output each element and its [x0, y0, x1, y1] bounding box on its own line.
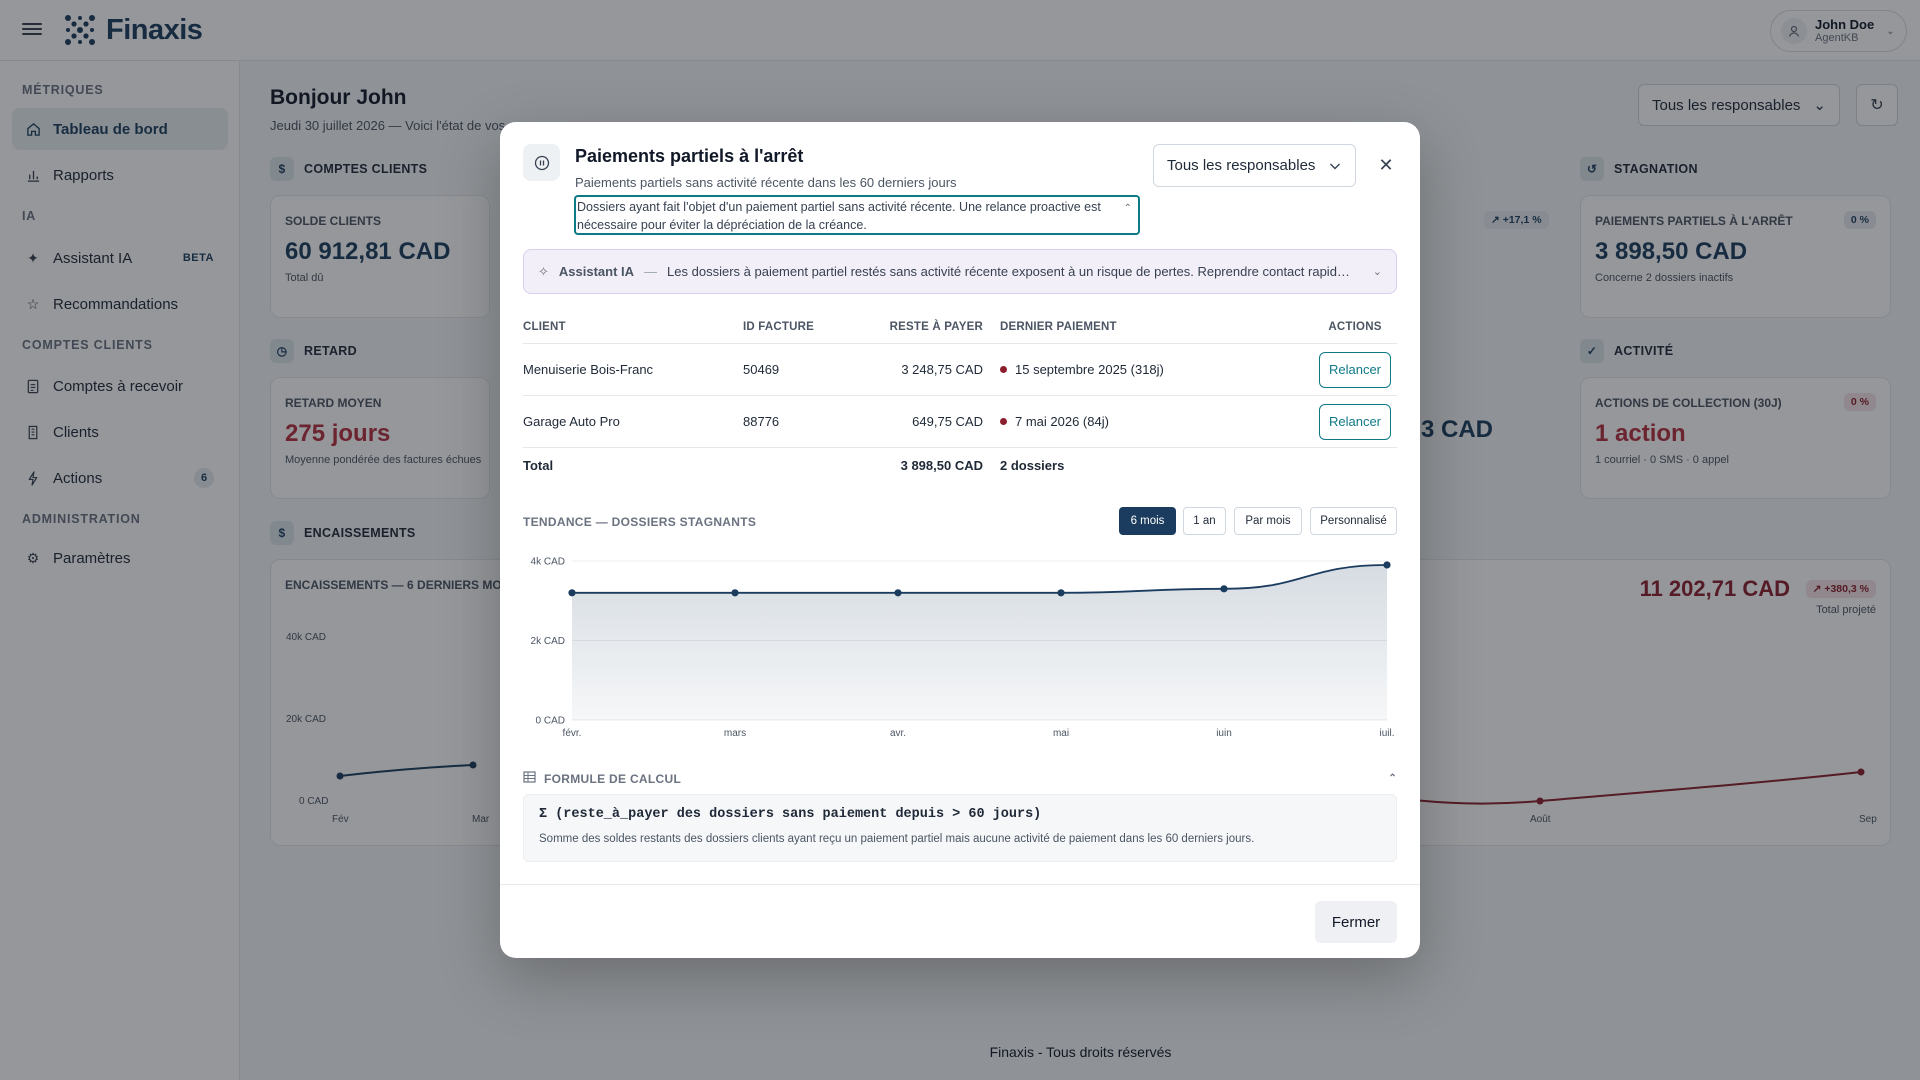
table-row: Menuiserie Bois-Franc 50469 3 248,75 CAD…: [523, 344, 1397, 396]
range-1-an[interactable]: 1 an: [1183, 507, 1226, 535]
cell-actions: Relancer: [1313, 396, 1397, 447]
modal-description-text: Dossiers ayant fait l'objet d'un paiemen…: [577, 200, 1101, 232]
formula-box: Σ (reste_à_payer des dossiers sans paiem…: [523, 794, 1397, 862]
x-tick-label: mars: [724, 728, 746, 736]
cell-dernier: 7 mai 2026 (84j): [1000, 396, 1109, 447]
data-point: [731, 589, 739, 597]
chevron-down-icon: [1330, 163, 1340, 169]
column-header: DERNIER PAIEMENT: [1000, 321, 1117, 333]
y-tick-label: 0 CAD: [536, 716, 565, 727]
modal-select-value: Tous les responsables: [1167, 157, 1316, 174]
ai-separator: —: [644, 264, 658, 279]
ai-text: Les dossiers à paiement partiel restés s…: [667, 264, 1358, 279]
cell-client[interactable]: Garage Auto Pro: [523, 396, 620, 447]
formula-explanation: Somme des soldes restants des dossiers c…: [539, 833, 1255, 845]
modal-footer: Fermer: [500, 884, 1420, 958]
column-header: ACTIONS: [1328, 321, 1382, 333]
data-point: [1220, 585, 1228, 593]
status-dot: [1000, 418, 1007, 425]
sparkle-icon: ✧: [538, 263, 549, 279]
x-tick-label: févr.: [563, 728, 582, 736]
chevron-up-icon: ⌃: [1388, 773, 1397, 784]
data-point: [568, 589, 576, 597]
pause-icon: [523, 144, 560, 181]
ai-insight-banner[interactable]: ✧ Assistant IA — Les dossiers à paiement…: [523, 249, 1397, 294]
status-dot: [1000, 366, 1007, 373]
relancer-button[interactable]: Relancer: [1319, 403, 1391, 440]
cell-dernier-text: 7 mai 2026 (84j): [1015, 414, 1109, 429]
cell-client[interactable]: Menuiserie Bois-Franc: [523, 344, 653, 395]
y-tick-label: 2k CAD: [531, 636, 565, 647]
column-header: RESTE À PAYER: [889, 321, 983, 333]
x-tick-label: mai: [1053, 728, 1069, 736]
cell-reste: 3 248,75 CAD: [901, 362, 983, 377]
table-row: Garage Auto Pro 88776 649,75 CAD 7 mai 2…: [523, 396, 1397, 448]
chevron-down-icon[interactable]: ⌄: [1373, 265, 1382, 278]
chevron-up-icon: ⌃: [1123, 203, 1132, 214]
cell-actions: Relancer: [1313, 344, 1397, 395]
total-reste: 3 898,50 CAD: [900, 457, 983, 473]
modal-description[interactable]: Dossiers ayant fait l'objet d'un paiemen…: [574, 195, 1140, 235]
modal-title: Paiements partiels à l'arrêt: [575, 146, 804, 166]
cell-dernier: 15 septembre 2025 (318j): [1000, 344, 1164, 395]
x-tick-label: juin: [1215, 728, 1232, 736]
cell-reste: 649,75 CAD: [912, 414, 983, 429]
modal-responsable-select[interactable]: Tous les responsables: [1153, 144, 1356, 187]
stagnant-table: CLIENT ID FACTURE RESTE À PAYER DERNIER …: [523, 319, 1397, 482]
formula-title: FORMULE DE CALCUL: [544, 771, 682, 786]
column-header: CLIENT: [523, 321, 566, 333]
formula-code: Σ (reste_à_payer des dossiers sans paiem…: [539, 807, 1042, 822]
data-point: [1057, 589, 1065, 597]
y-tick-label: 4k CAD: [531, 557, 565, 568]
data-point: [894, 589, 902, 597]
data-point: [1383, 561, 1391, 569]
cell-id: 88776: [743, 414, 780, 429]
range-par-mois[interactable]: Par mois: [1234, 507, 1302, 535]
total-dossiers: 2 dossiers: [1000, 457, 1065, 473]
x-tick-label: avr.: [890, 728, 906, 736]
stagnation-modal: Paiements partiels à l'arrêt Paiements p…: [500, 122, 1420, 958]
cell-id: 50469: [743, 362, 780, 377]
x-tick-label: juil.: [1378, 728, 1394, 736]
ai-label: Assistant IA: [558, 264, 635, 279]
close-icon[interactable]: ✕: [1371, 150, 1401, 180]
column-header: ID FACTURE: [743, 321, 814, 333]
series-area: [572, 564, 1387, 720]
table-icon: [523, 771, 536, 786]
range-6-mois[interactable]: 6 mois: [1119, 507, 1176, 535]
modal-subtitle: Paiements partiels sans activité récente…: [575, 175, 957, 190]
trend-chart: 4k CAD 2k CAD 0 CADfévr. mars avr. mai juin jui…: [531, 557, 1395, 737]
total-label: Total: [523, 457, 554, 473]
range-personnalise[interactable]: Personnalisé: [1310, 507, 1397, 535]
relancer-button[interactable]: Relancer: [1319, 351, 1391, 388]
table-header: CLIENT ID FACTURE RESTE À PAYER DERNIER …: [523, 319, 1397, 344]
fermer-button[interactable]: Fermer: [1315, 901, 1397, 943]
table-total-row: Total 3 898,50 CAD 2 dossiers: [523, 448, 1397, 482]
trend-title: TENDANCE — DOSSIERS STAGNANTS: [523, 515, 757, 529]
formula-header[interactable]: FORMULE DE CALCUL ⌃: [523, 771, 1397, 786]
cell-dernier-text: 15 septembre 2025 (318j): [1015, 362, 1164, 377]
